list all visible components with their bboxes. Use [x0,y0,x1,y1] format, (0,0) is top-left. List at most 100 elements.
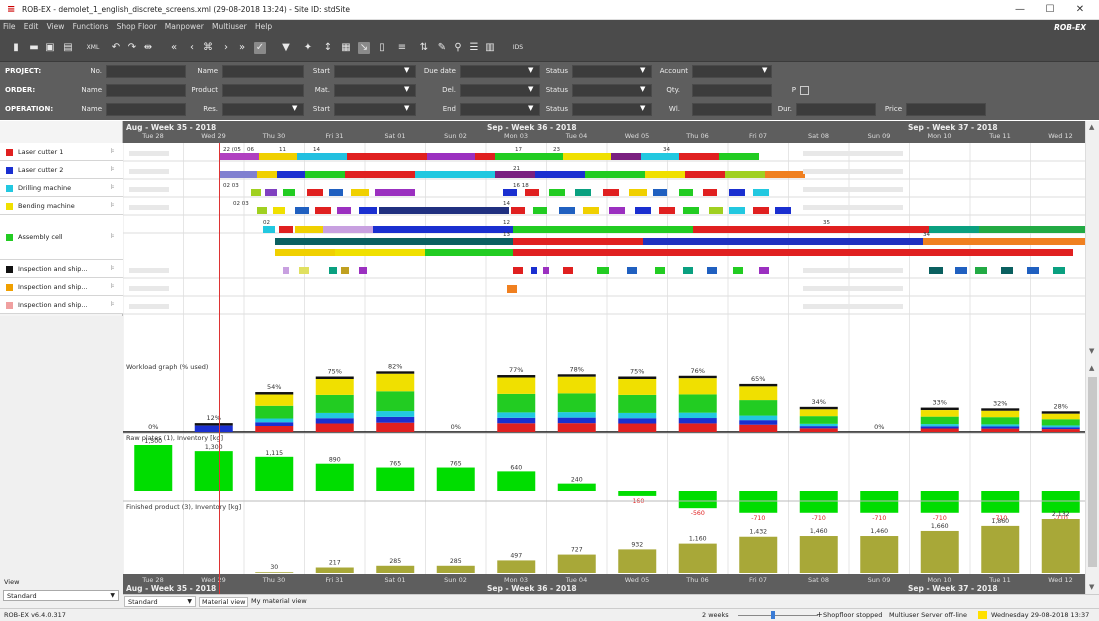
resource-icon[interactable]: ≡ [396,42,408,54]
vertical-scrollbar[interactable]: ▲ ▼ ▲ ▼ [1085,121,1099,594]
gantt-chart[interactable]: 22 (05 06 11 14 17 23 34 21 02 03 16 18 02 03 14 02 1… [122,143,1092,317]
copy-style-icon[interactable]: ✎ [436,42,448,54]
sort-icon[interactable]: ↕ [322,42,334,54]
resource-row[interactable]: Laser cutter 2 ⊧ [0,161,123,179]
resource-row[interactable]: Inspection and ship... ⊧ [0,260,123,278]
resource-row[interactable]: Drilling machine ⊧ [0,179,123,197]
pin-icon[interactable]: ⊧ [111,232,115,240]
operation-start-label: Start [312,105,330,113]
operation-res-dropdown-icon[interactable]: ▼ [292,104,297,112]
operation-dur-field[interactable] [796,103,876,116]
menu-multiuser[interactable]: Multiuser [209,20,250,33]
resource-row[interactable]: Laser cutter 1 ⊧ [0,143,123,161]
pin-icon[interactable]: ⊧ [111,201,115,209]
scroll-down-icon[interactable]: ▼ [1089,347,1094,355]
zoom-in-icon[interactable]: + [816,610,823,619]
ids-icon[interactable]: IDS [510,42,526,54]
project-name-field[interactable] [222,65,304,78]
operation-status-dropdown-icon[interactable]: ▼ [640,104,645,112]
center-today-icon[interactable]: ⌘ [202,42,214,54]
previous-icon[interactable]: ‹ [186,42,198,54]
filter-icon[interactable]: ▼ [280,42,292,54]
resource-row[interactable]: Assembly cell ⊧ [0,215,123,260]
resource-row[interactable]: Inspection and ship... ⊧ [0,278,123,296]
pin-icon[interactable]: ⊧ [111,300,115,308]
fit-width-icon[interactable]: ⇹ [142,42,154,54]
project-no-field[interactable] [106,65,186,78]
data-label: 0% [451,423,461,431]
project-account-dropdown-icon[interactable]: ▼ [762,66,767,74]
redo-icon[interactable]: ↷ [126,42,138,54]
tab-my-material-view[interactable]: My material view [249,597,309,605]
data-label: -710 [933,515,947,522]
order-product-field[interactable] [222,84,304,97]
order-mat-dropdown-icon[interactable]: ▼ [404,85,409,93]
menu-file[interactable]: File [0,20,19,33]
scroll-up-icon[interactable]: ▲ [1089,123,1094,131]
order-p-checkbox[interactable] [800,86,809,95]
xml-export-icon[interactable]: XML [86,42,100,54]
maximize-button[interactable]: ☐ [1039,3,1061,17]
pin-icon[interactable]: ⊧ [111,183,115,191]
gantt-bar [507,285,517,293]
grid-icon[interactable]: ▥ [484,42,496,54]
pin-icon[interactable]: ⊧ [111,282,115,290]
material-icon[interactable]: ▦ [340,42,352,54]
workload-bar [315,418,354,424]
link-tool-icon[interactable]: ↘ [358,42,370,54]
project-due-dropdown-icon[interactable]: ▼ [528,66,533,74]
project-start-dropdown-icon[interactable]: ▼ [404,66,409,74]
day-label: Sun 09 [867,576,891,584]
inventory-bar [920,491,959,513]
device-icon[interactable]: ▯ [376,42,388,54]
resource-row[interactable]: Bending machine ⊧ [0,197,123,215]
last-page-icon[interactable]: » [236,42,248,54]
tab-view-select[interactable]: Standard ▼ [124,596,196,607]
zoom-slider-thumb[interactable] [771,611,775,619]
search-icon[interactable]: ⚲ [452,42,464,54]
open-folder-icon[interactable]: ▬ [28,42,40,54]
select-tool-icon[interactable]: ✓ [254,42,266,54]
list-icon[interactable]: ☰ [468,42,480,54]
order-status-dropdown-icon[interactable]: ▼ [640,85,645,93]
day-label: Thu 30 [262,132,286,140]
menu-manpower[interactable]: Manpower [162,20,207,33]
order-qty-field[interactable] [692,84,772,97]
gantt-bar [295,226,323,233]
pin-icon[interactable]: ⊧ [111,147,115,155]
scroll-down-icon[interactable]: ▼ [1089,583,1094,591]
project-status-dropdown-icon[interactable]: ▼ [640,66,645,74]
close-button[interactable]: ✕ [1069,3,1091,17]
next-icon[interactable]: › [220,42,232,54]
menu-edit[interactable]: Edit [21,20,42,33]
scroll-up-icon[interactable]: ▲ [1089,364,1094,372]
view-select[interactable]: Standard ▼ [3,590,119,601]
project-account-field[interactable] [692,65,772,78]
pin-icon[interactable]: ⊧ [111,165,115,173]
new-file-icon[interactable]: ▮ [10,42,22,54]
operation-wl-field[interactable] [692,103,772,116]
sort-numeric-icon[interactable]: ⇅ [418,42,430,54]
operation-price-field[interactable] [906,103,986,116]
menu-view[interactable]: View [44,20,68,33]
operation-end-dropdown-icon[interactable]: ▼ [528,104,533,112]
operation-name-field[interactable] [106,103,186,116]
minimize-button[interactable]: — [1009,3,1031,17]
menu-shop-floor[interactable]: Shop Floor [114,20,160,33]
pin-icon[interactable]: ⊧ [111,264,115,272]
tab-material-view[interactable]: Material view [199,597,249,607]
menu-functions[interactable]: Functions [70,20,112,33]
order-name-field[interactable] [106,84,186,97]
plan-icon[interactable]: ✦ [302,42,314,54]
operation-start-dropdown-icon[interactable]: ▼ [404,104,409,112]
zoom-slider[interactable] [738,615,818,616]
undo-icon[interactable]: ↶ [110,42,122,54]
scroll-thumb[interactable] [1088,377,1097,567]
print-icon[interactable]: ▤ [62,42,74,54]
gantt-canvas[interactable]: 22 (05 06 11 14 17 23 34 21 02 03 16 18 02 03 14 02 1… [122,143,1092,317]
menu-help[interactable]: Help [252,20,275,33]
resource-row[interactable]: Inspection and ship... ⊧ [0,296,123,314]
first-page-icon[interactable]: « [168,42,180,54]
save-icon[interactable]: ▣ [44,42,56,54]
order-del-dropdown-icon[interactable]: ▼ [528,85,533,93]
